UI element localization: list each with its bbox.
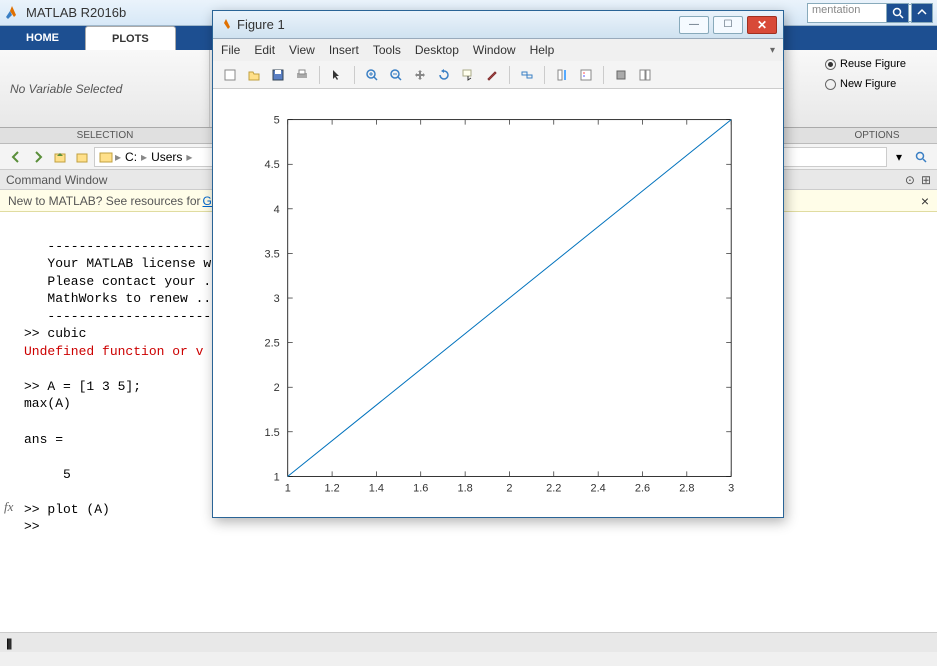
figure-menubar: File Edit View Insert Tools Desktop Wind… [213,39,783,61]
radio-icon [825,79,836,90]
rotate-button[interactable] [433,64,455,86]
no-variable-text: No Variable Selected [10,54,199,123]
menu-help[interactable]: Help [530,43,555,57]
svg-text:3: 3 [728,482,734,494]
svg-text:4.5: 4.5 [265,159,280,171]
minimize-panel-icon[interactable]: ⊙ [905,173,915,187]
breadcrumb-drive[interactable]: C: [123,150,139,164]
figure-toolbar [213,61,783,89]
svg-text:1: 1 [285,482,291,494]
save-button[interactable] [267,64,289,86]
menu-view[interactable]: View [289,43,315,57]
svg-text:3: 3 [274,293,280,305]
selection-panel-label: SELECTION [0,128,210,144]
colorbar-button[interactable] [551,64,573,86]
folder-icon [99,150,113,164]
legend-button[interactable] [575,64,597,86]
show-tools-button[interactable] [634,64,656,86]
datacursor-button[interactable] [457,64,479,86]
pan-button[interactable] [409,64,431,86]
doc-search-input[interactable]: mentation [807,3,887,23]
svg-text:2: 2 [274,382,280,394]
back-button[interactable] [6,147,26,167]
radio-icon [825,59,836,70]
svg-text:2: 2 [506,482,512,494]
reuse-figure-radio[interactable]: Reuse Figure [825,58,929,70]
menu-overflow-icon[interactable]: ▾ [770,45,775,56]
svg-text:1.6: 1.6 [413,482,428,494]
figure-window[interactable]: Figure 1 — ☐ ✕ File Edit View Insert Too… [212,10,784,518]
new-figure-button[interactable] [219,64,241,86]
banner-text: New to MATLAB? See resources for [8,194,201,208]
options-panel-label: OPTIONS [817,128,937,144]
collapse-ribbon-button[interactable] [911,3,933,23]
menu-insert[interactable]: Insert [329,43,359,57]
breadcrumb-users[interactable]: Users [149,150,184,164]
svg-text:2.5: 2.5 [265,338,280,350]
svg-text:1.5: 1.5 [265,427,280,439]
matlab-figure-icon [219,18,233,32]
zoom-in-button[interactable] [361,64,383,86]
svg-text:2.2: 2.2 [546,482,561,494]
menu-edit[interactable]: Edit [254,43,275,57]
open-button[interactable] [243,64,265,86]
search-folder-button[interactable] [911,147,931,167]
svg-text:1.2: 1.2 [324,482,339,494]
figure-close-button[interactable]: ✕ [747,16,777,34]
matlab-logo-icon [4,5,20,21]
brush-button[interactable] [481,64,503,86]
tab-plots[interactable]: PLOTS [85,26,176,50]
forward-button[interactable] [28,147,48,167]
link-button[interactable] [516,64,538,86]
svg-text:1: 1 [274,471,280,483]
status-bar: |||| [0,632,937,652]
menu-tools[interactable]: Tools [373,43,401,57]
svg-text:3.5: 3.5 [265,248,280,260]
figure-minimize-button[interactable]: — [679,16,709,34]
menu-window[interactable]: Window [473,43,516,57]
figure-title: Figure 1 [237,17,675,32]
figure-maximize-button[interactable]: ☐ [713,16,743,34]
breadcrumb-dropdown[interactable]: ▾ [889,147,909,167]
hide-tools-button[interactable] [610,64,632,86]
new-figure-label: New Figure [840,78,896,90]
menu-file[interactable]: File [221,43,240,57]
svg-text:2.6: 2.6 [635,482,650,494]
up-button[interactable] [50,147,70,167]
tab-home[interactable]: HOME [0,26,85,50]
new-figure-radio[interactable]: New Figure [825,78,929,90]
zoom-out-button[interactable] [385,64,407,86]
banner-close-button[interactable]: × [921,193,929,209]
menu-desktop[interactable]: Desktop [415,43,459,57]
svg-text:2.8: 2.8 [679,482,694,494]
reuse-figure-label: Reuse Figure [840,58,906,70]
svg-text:4: 4 [274,204,280,216]
command-window-title: Command Window [6,173,107,187]
figure-titlebar[interactable]: Figure 1 — ☐ ✕ [213,11,783,39]
svg-text:1.8: 1.8 [457,482,472,494]
fx-icon[interactable]: fx [4,498,13,516]
plot-svg: 1 1.2 1.4 1.6 1.8 2 2.2 2.4 2.6 2.8 3 1 1.5 2 2.5 3 3.5 4… [213,89,783,517]
svg-text:1.4: 1.4 [369,482,384,494]
figure-canvas[interactable]: 1 1.2 1.4 1.6 1.8 2 2.2 2.4 2.6 2.8 3 1 1.5 2 2.5 3 3.5 4… [213,89,783,517]
print-button[interactable] [291,64,313,86]
svg-text:5: 5 [274,115,280,127]
pointer-button[interactable] [326,64,348,86]
status-busy-icon: |||| [6,636,10,650]
folder-button[interactable] [72,147,92,167]
layout-icon[interactable]: ⊞ [921,173,931,187]
search-button[interactable] [887,3,909,23]
svg-text:2.4: 2.4 [591,482,606,494]
